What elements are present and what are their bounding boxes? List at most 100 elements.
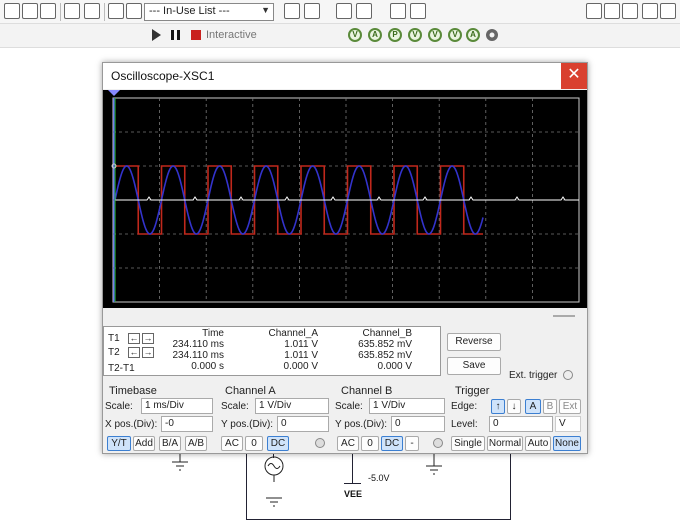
t1-time: 234.110 ms	[172, 339, 224, 350]
falling-edge-button[interactable]: ↓	[507, 399, 521, 414]
trigger-ext-button[interactable]: Ext	[559, 399, 581, 414]
zoom-fit-icon[interactable]	[642, 3, 658, 19]
tree-icon[interactable]	[84, 3, 100, 19]
probe-settings-icon[interactable]: V	[448, 28, 462, 42]
main-toolbar: --- In-Use List --- ▼	[0, 0, 680, 24]
channel-b-title: Channel B	[341, 385, 393, 397]
t2-channel-a: 1.011 V	[284, 350, 318, 361]
window-titlebar[interactable]: Oscilloscope-XSC1 ✕	[103, 63, 587, 89]
yt-button[interactable]: Y/T	[107, 436, 131, 451]
database-icon[interactable]	[108, 3, 124, 19]
measurement-table: Time Channel_A Channel_B 234.110 ms 1.01…	[154, 328, 440, 372]
delta-channel-b: 0.000 V	[377, 361, 412, 372]
xpos-input[interactable]: -0	[161, 416, 213, 432]
list-icon[interactable]	[64, 3, 80, 19]
auto-button[interactable]: Auto	[525, 436, 551, 451]
none-button[interactable]: None	[553, 436, 581, 451]
combo-value: --- In-Use List ---	[149, 5, 230, 17]
probe-icon[interactable]	[4, 27, 20, 43]
trigger-level-input[interactable]: 0	[489, 416, 553, 432]
find-examples-icon[interactable]	[390, 3, 406, 19]
channel-a-zero-button[interactable]: 0	[245, 436, 263, 451]
xpos-label: X pos.(Div):	[105, 419, 158, 430]
t2-left-arrow-icon[interactable]: ←	[128, 347, 140, 358]
ba-button[interactable]: B/A	[159, 436, 181, 451]
channel-a-ypos-input[interactable]: 0	[277, 416, 329, 432]
table-row: 234.110 ms 1.011 V 635.852 mV	[154, 350, 440, 361]
gear-icon[interactable]	[484, 27, 500, 43]
help-icon[interactable]	[410, 3, 426, 19]
zoom-in-icon[interactable]	[586, 3, 602, 19]
channel-a-ac-button[interactable]: AC	[221, 436, 243, 451]
oscilloscope-window: Oscilloscope-XSC1 ✕ T1 T2 T2-T1 ← → ← → …	[102, 62, 588, 454]
add-button[interactable]: Add	[133, 436, 155, 451]
t2-channel-b: 635.852 mV	[358, 350, 412, 361]
erc-icon[interactable]	[284, 3, 300, 19]
battery-icon[interactable]	[70, 27, 86, 43]
chart-icon[interactable]	[40, 3, 56, 19]
rising-edge-button[interactable]: ↑	[491, 399, 505, 414]
scroll-handle[interactable]	[553, 315, 575, 317]
t1-left-arrow-icon[interactable]: ←	[128, 333, 140, 344]
probe-a-icon[interactable]: A	[368, 28, 382, 42]
grapher-icon[interactable]	[22, 3, 38, 19]
channel-b-zero-button[interactable]: 0	[361, 436, 379, 451]
channel-b-ac-button[interactable]: AC	[337, 436, 359, 451]
trigger-b-button[interactable]: B	[543, 399, 557, 414]
place-icon[interactable]	[96, 27, 112, 43]
transfer-icon[interactable]	[356, 3, 372, 19]
pause-icon[interactable]	[168, 27, 184, 43]
single-button[interactable]: Single	[451, 436, 485, 451]
channel-b-dc-button[interactable]: DC	[381, 436, 403, 451]
t1-right-arrow-icon[interactable]: →	[142, 333, 154, 344]
channel-a-scale-label: Scale:	[221, 401, 249, 412]
save-button[interactable]: Save	[447, 357, 501, 375]
zoom-area-icon[interactable]	[622, 3, 638, 19]
ext-trigger-terminal[interactable]	[563, 370, 573, 380]
header-channel-a: Channel_A	[268, 328, 318, 339]
stop-icon[interactable]	[188, 27, 204, 43]
channel-b-ypos-input[interactable]: 0	[391, 416, 445, 432]
scope-display[interactable]	[103, 90, 587, 308]
channel-b-minus-button[interactable]: -	[405, 436, 419, 451]
schematic-wire	[510, 454, 511, 520]
header-channel-b: Channel_B	[362, 328, 412, 339]
run-icon[interactable]	[148, 27, 164, 43]
channel-a-dc-button[interactable]: DC	[267, 436, 289, 451]
close-button[interactable]: ✕	[561, 63, 587, 89]
zoom-full-icon[interactable]	[660, 3, 676, 19]
schematic-wire	[344, 483, 361, 484]
channel-b-scale-input[interactable]: 1 V/Div	[369, 398, 445, 414]
t2-right-arrow-icon[interactable]: →	[142, 347, 154, 358]
component-wizard-icon[interactable]	[126, 3, 142, 19]
window-title: Oscilloscope-XSC1	[111, 69, 215, 83]
toolbar-separator	[104, 3, 105, 21]
timebase-scale-input[interactable]: 1 ms/Div	[141, 398, 213, 414]
probe-ref-icon[interactable]: V	[428, 28, 442, 42]
probe-current-icon[interactable]: A	[466, 28, 480, 42]
probe-v-icon[interactable]: V	[348, 28, 362, 42]
forward-annotate-icon[interactable]	[336, 3, 352, 19]
grid-icon[interactable]	[4, 3, 20, 19]
channel-a-terminal[interactable]	[315, 438, 325, 448]
normal-button[interactable]: Normal	[487, 436, 523, 451]
simulation-toolbar: Interactive V A P V V V A	[0, 24, 680, 48]
schematic-wire	[246, 519, 510, 520]
trigger-level-label: Level:	[451, 419, 478, 430]
mode-label: Interactive	[206, 29, 257, 41]
wire-icon[interactable]	[116, 27, 132, 43]
trigger-level-unit[interactable]: V	[555, 416, 581, 432]
bus-icon[interactable]	[24, 27, 40, 43]
t2-time: 234.110 ms	[172, 350, 224, 361]
ab-button[interactable]: A/B	[185, 436, 207, 451]
trigger-a-button[interactable]: A	[525, 399, 541, 414]
channel-a-scale-input[interactable]: 1 V/Div	[255, 398, 329, 414]
probe-diff-icon[interactable]: V	[408, 28, 422, 42]
in-use-list-combo[interactable]: --- In-Use List --- ▼	[144, 3, 274, 21]
channel-b-terminal[interactable]	[433, 438, 443, 448]
reverse-button[interactable]: Reverse	[447, 333, 501, 351]
channel-a-ypos-label: Y pos.(Div):	[221, 419, 274, 430]
back-annotate-icon[interactable]	[304, 3, 320, 19]
probe-p-icon[interactable]: P	[388, 28, 402, 42]
zoom-out-icon[interactable]	[604, 3, 620, 19]
